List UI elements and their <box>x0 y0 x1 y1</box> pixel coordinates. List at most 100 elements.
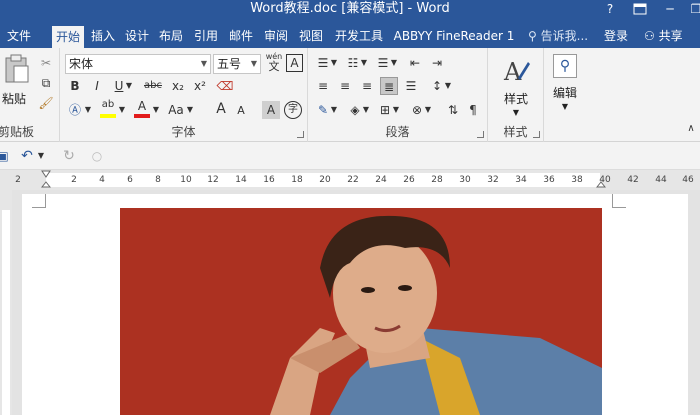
tab-developer[interactable]: 开发工具 <box>331 24 387 48</box>
tab-references[interactable]: 引用 <box>191 24 221 48</box>
editing-group: ⚲ 编辑 ▼ <box>544 48 586 142</box>
login-button[interactable]: 登录 <box>604 24 628 48</box>
chevron-down-icon[interactable]: ▼ <box>390 54 398 72</box>
italic-button[interactable]: I <box>88 77 106 95</box>
font-size-select[interactable]: 五号 ▼ <box>213 54 261 74</box>
save-icon[interactable]: ▣ <box>0 147 12 165</box>
chevron-down-icon[interactable]: ▼ <box>360 54 368 72</box>
strikethrough-button[interactable]: abc <box>142 77 164 95</box>
chevron-down-icon[interactable]: ▼ <box>118 101 126 119</box>
font-color-button[interactable]: A <box>132 98 152 118</box>
ribbon-display-button[interactable] <box>626 0 654 18</box>
undo-icon[interactable]: ↶ <box>18 147 36 165</box>
tab-file[interactable]: 文件 <box>4 24 34 48</box>
tab-review[interactable]: 审阅 <box>261 24 291 48</box>
copy-icon[interactable]: ⧉ <box>37 74 55 92</box>
character-shading-button[interactable]: A <box>262 101 280 119</box>
font-group: 宋体 ▼ 五号 ▼ wén 文 A B I U ▼ abc x₂ x² ⌫ Ⓐ … <box>60 48 308 142</box>
align-right-icon[interactable]: ≡ <box>358 77 376 95</box>
minimize-button[interactable]: ─ <box>656 0 684 18</box>
chevron-down-icon: ▼ <box>250 59 257 68</box>
chevron-down-icon[interactable]: ▼ <box>362 101 370 119</box>
tab-layout[interactable]: 布局 <box>156 24 186 48</box>
tab-design[interactable]: 设计 <box>122 24 152 48</box>
first-line-indent-icon[interactable] <box>41 170 51 190</box>
justify-icon[interactable]: ≣ <box>380 77 398 95</box>
ruler-tick: 6 <box>127 175 133 185</box>
help-button[interactable]: ? <box>596 0 624 18</box>
styles-icon: A <box>503 58 530 86</box>
tell-me-box[interactable]: ⚲ 告诉我... <box>528 24 588 48</box>
horizontal-ruler[interactable]: 2 2 4 6 8 10 12 14 16 18 20 22 24 26 28 … <box>0 170 700 190</box>
paste-icon <box>5 54 29 83</box>
redo-icon[interactable]: ↻ <box>60 147 78 165</box>
bold-button[interactable]: B <box>66 77 84 95</box>
cut-icon[interactable]: ✂ <box>37 54 55 72</box>
phonetic-guide-button[interactable]: wén 文 <box>264 52 284 74</box>
font-color-swatch <box>134 114 150 118</box>
grow-font-button[interactable]: A <box>212 100 230 118</box>
person-icon: ⚇ <box>644 29 655 43</box>
ribbon: 粘贴 ✂ ⧉ 🖌 剪贴板 宋体 ▼ 五号 ▼ wén 文 A B I U ▼ a… <box>0 48 700 142</box>
distributed-icon[interactable]: ☰ <box>402 77 420 95</box>
show-marks-icon[interactable]: ¶ <box>464 101 482 119</box>
styles-button[interactable]: A 样式 ▼ <box>498 54 534 118</box>
tab-view[interactable]: 视图 <box>296 24 326 48</box>
chevron-down-icon[interactable]: ▼ <box>392 101 400 119</box>
ruler-tick: 24 <box>375 175 387 185</box>
font-name-select[interactable]: 宋体 ▼ <box>65 54 211 74</box>
chevron-down-icon[interactable]: ▼ <box>36 147 46 165</box>
chevron-down-icon[interactable]: ▼ <box>84 101 92 119</box>
increase-indent-icon[interactable]: ⇥ <box>428 54 446 72</box>
chevron-down-icon: ▼ <box>561 102 569 111</box>
ruler-tick: 36 <box>543 175 555 185</box>
chevron-down-icon[interactable]: ▼ <box>444 77 452 95</box>
chevron-down-icon[interactable]: ▼ <box>124 77 134 95</box>
decrease-indent-icon[interactable]: ⇤ <box>406 54 424 72</box>
editing-button[interactable]: ⚲ 编辑 ▼ <box>548 54 582 118</box>
highlight-button[interactable]: ab <box>98 98 118 118</box>
paste-button[interactable]: 粘贴 <box>2 54 32 116</box>
superscript-button[interactable]: x² <box>190 77 210 95</box>
subscript-button[interactable]: x₂ <box>168 77 188 95</box>
vertical-ruler[interactable] <box>0 190 12 415</box>
sort-icon[interactable]: ⇅ <box>444 101 462 119</box>
styles-dialog-launcher-icon[interactable] <box>533 131 540 138</box>
text-effects-icon[interactable]: Ⓐ <box>66 101 84 119</box>
format-painter-icon[interactable]: 🖌 <box>37 94 55 112</box>
ruler-tick: 12 <box>207 175 219 185</box>
ruler-tick: 32 <box>487 175 499 185</box>
chevron-down-icon[interactable]: ▼ <box>424 101 432 119</box>
ribbon-display-icon <box>633 3 647 15</box>
restore-button[interactable]: ❐ <box>682 0 700 18</box>
change-case-button[interactable]: Aa <box>166 101 186 119</box>
collapse-ribbon-icon[interactable]: ∧ <box>682 120 700 138</box>
ruler-tick: 2 <box>71 175 77 185</box>
chevron-down-icon[interactable]: ▼ <box>186 101 194 119</box>
vertical-ruler-text-area <box>2 210 10 415</box>
right-indent-icon[interactable] <box>596 170 606 190</box>
chevron-down-icon[interactable]: ▼ <box>152 101 160 119</box>
share-button[interactable]: ⚇ 共享 <box>644 24 683 48</box>
align-center-icon[interactable]: ≡ <box>336 77 354 95</box>
paragraph-dialog-launcher-icon[interactable] <box>477 131 484 138</box>
shrink-font-button[interactable]: A <box>232 102 250 120</box>
tab-abbyy[interactable]: ABBYY FineReader 1 <box>391 24 517 48</box>
font-color-label: A <box>137 99 147 113</box>
clear-formatting-icon[interactable]: ⌫ <box>216 77 234 95</box>
align-left-icon[interactable]: ≡ <box>314 77 332 95</box>
paragraph-group: ☰ ▼ ☷ ▼ ☰ ▼ ⇤ ⇥ ≡ ≡ ≡ ≣ ☰ ↕ ▼ ✎ ▼ ◈ ▼ ⊞ … <box>308 48 488 142</box>
tab-home[interactable]: 开始 <box>52 26 84 48</box>
font-name-value: 宋体 <box>69 57 94 71</box>
tab-insert[interactable]: 插入 <box>88 24 118 48</box>
circle-icon[interactable]: ○ <box>88 147 106 165</box>
chevron-down-icon: ▼ <box>512 108 520 117</box>
character-border-button[interactable]: A <box>286 54 303 72</box>
font-dialog-launcher-icon[interactable] <box>297 131 304 138</box>
chevron-down-icon[interactable]: ▼ <box>330 101 338 119</box>
inserted-photo[interactable] <box>120 208 602 415</box>
title-bar: Word教程.doc [兼容模式] - Word ? ─ ❐ <box>0 0 700 24</box>
enclose-characters-button[interactable]: 字 <box>284 101 302 119</box>
chevron-down-icon[interactable]: ▼ <box>330 54 338 72</box>
tab-mailings[interactable]: 邮件 <box>226 24 256 48</box>
